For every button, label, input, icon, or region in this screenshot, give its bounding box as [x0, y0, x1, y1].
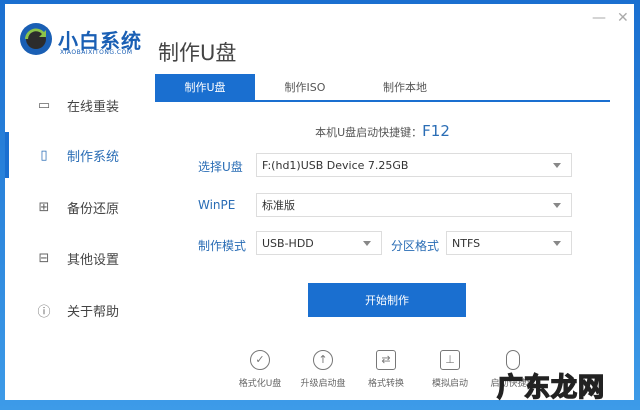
- sidebar-item-label: 备份还原: [67, 201, 120, 217]
- chevron-down-icon: [553, 162, 561, 168]
- usb-select[interactable]: F:(hd1)USB Device 7.25GB: [256, 153, 572, 177]
- sidebar-item-backup-restore[interactable]: ⊞ 备份还原: [5, 187, 155, 227]
- tab-make-usb[interactable]: 制作U盘: [155, 74, 255, 100]
- upgrade-boot-disk-button[interactable]: ↑ 升级启动盘: [291, 350, 355, 389]
- format-convert-button[interactable]: ⇄ 格式转换: [354, 350, 418, 389]
- chevron-down-icon: [363, 240, 371, 246]
- tab-make-iso[interactable]: 制作ISO: [255, 74, 355, 100]
- sidebar-item-online-reinstall[interactable]: ▭ 在线重装: [5, 85, 155, 125]
- sidebar-item-other-settings[interactable]: ⊟ 其他设置: [5, 238, 155, 278]
- usb-value: F:(hd1)USB Device 7.25GB: [262, 158, 409, 172]
- chevron-down-icon: [553, 240, 561, 246]
- mode-select[interactable]: USB-HDD: [256, 231, 382, 255]
- hotkey-label: 本机U盘启动快捷键：: [315, 126, 423, 139]
- simulate-boot-button[interactable]: ⊥ 模拟启动: [418, 350, 482, 389]
- logo-icon: [20, 23, 52, 55]
- mode-value: USB-HDD: [262, 236, 314, 250]
- logo-subtext: XIAOBAIXITONG.COM: [60, 49, 133, 56]
- convert-icon: ⇄: [376, 350, 396, 370]
- sidebar-item-label: 制作系统: [67, 149, 120, 165]
- close-button[interactable]: ✕: [617, 10, 629, 26]
- fs-select[interactable]: NTFS: [446, 231, 572, 255]
- sidebar-item-label: 在线重装: [67, 99, 120, 115]
- winpe-label: WinPE: [198, 198, 236, 212]
- minimize-button[interactable]: —: [592, 10, 606, 26]
- stamp-icon: ⊥: [440, 350, 460, 370]
- fs-label: 分区格式: [391, 239, 440, 253]
- winpe-value: 标准版: [262, 199, 295, 212]
- app-window: 小白系统 XIAOBAIXITONG.COM 制作U盘 — ✕ ▭ 在线重装 ▯ 制…: [5, 4, 634, 404]
- usb-icon: ▯: [40, 147, 48, 163]
- tool-label: 升级启动盘: [300, 379, 346, 389]
- hotkey-value: F12: [422, 122, 450, 140]
- tool-label: 格式转换: [367, 379, 404, 389]
- backup-icon: ⊞: [38, 199, 50, 215]
- check-circle-icon: ✓: [250, 350, 270, 370]
- format-usb-button[interactable]: ✓ 格式化U盘: [228, 350, 292, 389]
- info-icon: ⓘ: [37, 304, 51, 320]
- sidebar-item-make-system[interactable]: ▯ 制作系统: [5, 135, 155, 175]
- briefcase-icon: ⊟: [38, 250, 50, 266]
- mode-label: 制作模式: [198, 239, 247, 253]
- start-button[interactable]: 开始制作: [308, 283, 466, 317]
- tool-label: 格式化U盘: [238, 379, 282, 389]
- tab-bar: 制作U盘 制作ISO 制作本地: [155, 74, 610, 102]
- tab-make-local[interactable]: 制作本地: [355, 74, 455, 100]
- tool-label: 模拟启动: [431, 379, 468, 389]
- page-title: 制作U盘: [158, 41, 237, 65]
- fs-value: NTFS: [452, 236, 481, 250]
- usb-label: 选择U盘: [198, 160, 243, 174]
- chevron-down-icon: [553, 202, 561, 208]
- watermark: 广东龙网: [496, 372, 606, 404]
- sidebar-item-label: 关于帮助: [67, 304, 120, 320]
- hotkey-info: 本机U盘启动快捷键：F12: [155, 122, 610, 140]
- winpe-select[interactable]: 标准版: [256, 193, 572, 217]
- upload-circle-icon: ↑: [313, 350, 333, 370]
- sidebar-item-about-help[interactable]: ⓘ 关于帮助: [5, 290, 155, 330]
- sidebar-item-label: 其他设置: [67, 252, 120, 268]
- monitor-icon: ▭: [37, 97, 51, 113]
